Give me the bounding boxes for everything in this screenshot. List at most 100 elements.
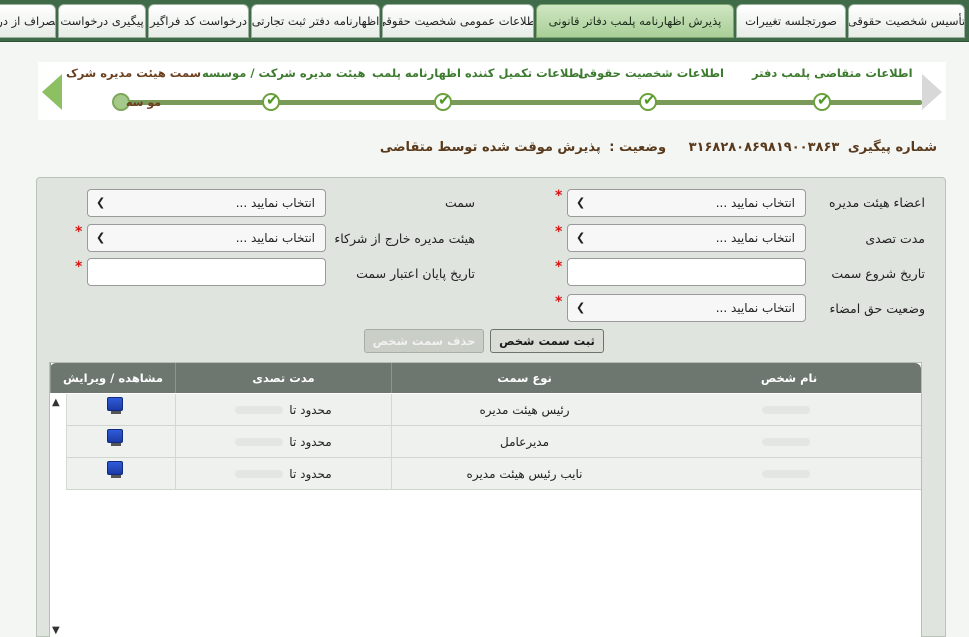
tenure-text: محدود تا — [289, 403, 332, 417]
select-value: انتخاب نمایید ... — [715, 196, 795, 210]
delete-position-button[interactable]: حذف سمت شخص — [364, 329, 484, 353]
wizard-step-board-positions[interactable]: سمت هیئت مدیره شرک مو سه — [66, 66, 201, 111]
save-position-button[interactable]: ثبت سمت شخص — [490, 329, 604, 353]
redacted-date — [235, 470, 284, 478]
view-edit-cell — [66, 458, 175, 490]
wizard-step-dot: ✔ — [434, 91, 452, 111]
chevron-down-icon: ❯ — [576, 196, 586, 209]
tenure-cell: محدود تا — [175, 394, 391, 426]
wizard-step-sublabel: مو سه — [126, 96, 162, 109]
redacted-name — [762, 406, 810, 414]
table-row[interactable]: مدیرعامل محدود تا — [66, 426, 921, 458]
tracking-status: شماره پیگیری ۳۱۶۸۲۸۰۸۶۹۸۱۹۰۰۳۸۶۳ وضعیت :… — [376, 140, 937, 155]
wizard-step-dot: ✔ — [262, 91, 280, 111]
chevron-down-icon: ❯ — [96, 196, 106, 209]
computer-icon[interactable] — [107, 461, 123, 478]
check-icon: ✔ — [643, 91, 656, 109]
tab-commercial-register[interactable]: اظهارنامه دفتر ثبت تجارتی — [251, 4, 380, 38]
wizard-step-label: اطلاعات شخصیت حقوقی — [578, 66, 724, 80]
wizard-step-label: هیئت مدیره شرکت / موسسه — [202, 66, 366, 80]
tenure-label: مدت تصدی — [865, 231, 925, 246]
view-edit-cell — [66, 426, 175, 458]
state-label: وضعیت : — [609, 140, 667, 155]
select-value: انتخاب نمایید ... — [715, 301, 795, 315]
required-mark: * — [75, 259, 83, 275]
tab-general-info[interactable]: اطلاعات عمومی شخصیت حقوقی — [382, 4, 534, 38]
redacted-date — [235, 438, 284, 446]
wizard-prev-arrow-icon[interactable] — [42, 74, 62, 110]
redacted-name — [762, 470, 810, 478]
scroll-down-icon[interactable]: ▼ — [52, 625, 60, 636]
column-header-tenure[interactable]: مدت تصدی — [175, 363, 391, 393]
required-mark: * — [555, 188, 563, 204]
tab-universal-code[interactable]: درخواست کد فراگیر — [148, 4, 249, 38]
person-name-cell — [657, 458, 921, 490]
computer-icon[interactable] — [107, 397, 123, 414]
board-members-label: اعضاء هیئت مدیره — [829, 195, 925, 210]
start-date-label: تاریخ شروع سمت — [831, 266, 925, 281]
tracking-label: شماره پیگیری — [847, 140, 937, 155]
state-value: پذیرش موقت شده توسط متقاضی — [379, 140, 601, 155]
select-value: انتخاب نمایید ... — [235, 196, 315, 210]
chevron-down-icon: ❯ — [96, 231, 106, 244]
redacted-name — [762, 438, 810, 446]
board-members-select[interactable]: انتخاب نمایید ... ❯ — [567, 189, 806, 217]
tab-legal-books-declaration[interactable]: پذیرش اظهارنامه پلمب دفاتر قانونی — [536, 4, 734, 38]
person-name-cell — [657, 426, 921, 458]
tenure-select[interactable]: انتخاب نمایید ... ❯ — [567, 224, 806, 252]
top-tab-bar: تأسیس شخصیت حقوقی صورتجلسه تغییرات پذیرش… — [0, 0, 969, 42]
signature-select[interactable]: انتخاب نمایید ... ❯ — [567, 294, 806, 322]
select-value: انتخاب نمایید ... — [715, 231, 795, 245]
wizard-step-declarant[interactable]: اطلاعات تکمیل کننده اظهارنامه پلمب ✔ — [372, 66, 584, 111]
check-icon: ✔ — [438, 91, 451, 109]
computer-icon[interactable] — [107, 429, 123, 446]
end-date-label: تاریخ پایان اعتبار سمت — [356, 266, 475, 281]
wizard-step-label: اطلاعات تکمیل کننده اظهارنامه پلمب — [372, 66, 584, 80]
positions-grid: نام شخص نوع سمت مدت تصدی مشاهده / ویرایش… — [49, 362, 922, 637]
position-cell: رئیس هیئت مدیره — [391, 394, 657, 426]
redacted-date — [235, 406, 284, 414]
signature-label: وضعیت حق امضاء — [829, 301, 925, 316]
table-row[interactable]: نایب رئیس هیئت مدیره محدود تا — [66, 458, 921, 490]
start-date-input[interactable] — [567, 258, 806, 286]
wizard-track — [122, 100, 922, 105]
end-date-input[interactable] — [87, 258, 326, 286]
wizard-step-board[interactable]: هیئت مدیره شرکت / موسسه ✔ — [202, 66, 366, 111]
position-cell: مدیرعامل — [391, 426, 657, 458]
wizard-step-dot: ✔ — [813, 91, 831, 111]
outside-board-label: هیئت مدیره خارج از شرکاء — [334, 231, 475, 246]
column-header-position[interactable]: نوع سمت — [391, 363, 657, 393]
required-mark: * — [555, 224, 563, 240]
tab-change-minutes[interactable]: صورتجلسه تغییرات — [736, 4, 846, 38]
tab-company-establishment[interactable]: تأسیس شخصیت حقوقی — [848, 4, 965, 38]
tracking-number: ۳۱۶۸۲۸۰۸۶۹۸۱۹۰۰۳۸۶۳ — [688, 140, 840, 155]
select-value: انتخاب نمایید ... — [235, 231, 315, 245]
tenure-cell: محدود تا — [175, 458, 391, 490]
tenure-text: محدود تا — [289, 467, 332, 481]
wizard-step-label: اطلاعات متقاضی پلمب دفتر — [752, 66, 913, 80]
tab-cancel-request[interactable]: انصراف از درخواست — [0, 4, 56, 38]
required-mark: * — [75, 224, 83, 240]
wizard-step-legal-entity[interactable]: اطلاعات شخصیت حقوقی ✔ — [578, 66, 724, 111]
chevron-down-icon: ❯ — [576, 231, 586, 244]
outside-board-select[interactable]: انتخاب نمایید ... ❯ — [87, 224, 326, 252]
board-position-form: اعضاء هیئت مدیره * انتخاب نمایید ... ❯ س… — [36, 177, 946, 637]
grid-header: نام شخص نوع سمت مدت تصدی مشاهده / ویرایش — [50, 363, 921, 393]
tenure-cell: محدود تا — [175, 426, 391, 458]
position-cell: نایب رئیس هیئت مدیره — [391, 458, 657, 490]
scroll-up-icon[interactable]: ▲ — [52, 397, 60, 408]
required-mark: * — [555, 259, 563, 275]
view-edit-cell — [66, 394, 175, 426]
column-header-view-edit[interactable]: مشاهده / ویرایش — [50, 363, 175, 393]
chevron-down-icon: ❯ — [576, 301, 586, 314]
column-header-person[interactable]: نام شخص — [657, 363, 921, 393]
tab-request-followup[interactable]: پیگیری درخواست — [58, 4, 146, 38]
tenure-text: محدود تا — [289, 435, 332, 449]
table-row[interactable]: رئیس هیئت مدیره محدود تا — [66, 394, 921, 426]
wizard-step-applicant[interactable]: اطلاعات متقاضی پلمب دفتر ✔ — [752, 66, 913, 111]
person-name-cell — [657, 394, 921, 426]
wizard-next-arrow-icon[interactable] — [922, 74, 942, 110]
check-icon: ✔ — [266, 91, 279, 109]
wizard-step-dot: ✔ — [639, 91, 657, 111]
position-select[interactable]: انتخاب نمایید ... ❯ — [87, 189, 326, 217]
